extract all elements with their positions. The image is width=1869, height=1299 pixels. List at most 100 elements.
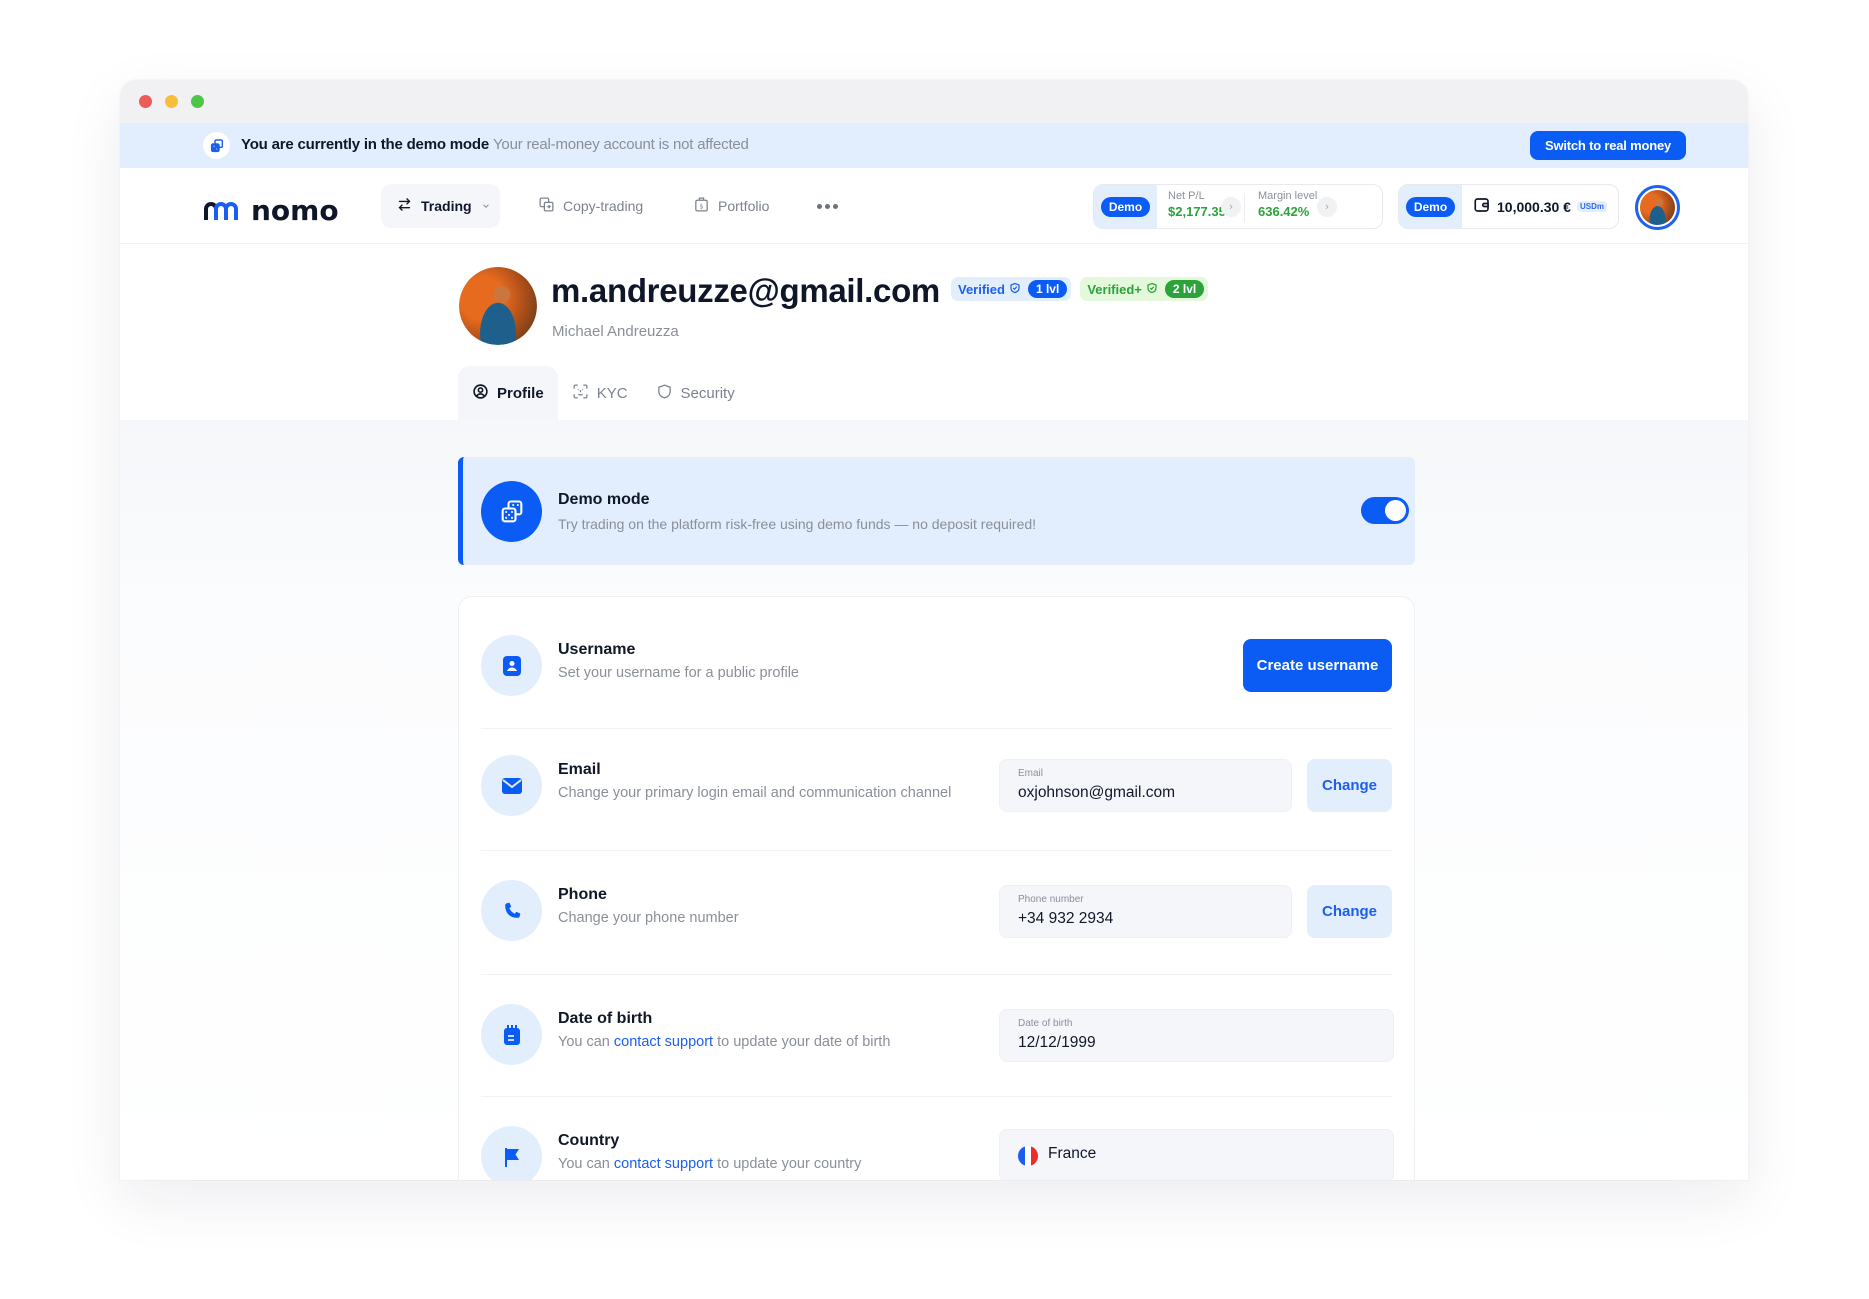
phone-icon (481, 880, 542, 941)
tab-profile[interactable]: Profile (458, 366, 558, 420)
chevron-right-icon[interactable]: › (1221, 197, 1241, 217)
nomo-logo[interactable]: nomo (203, 194, 339, 227)
top-navigation: nomo Trading Copy-trading $ Portfolio De… (120, 168, 1748, 244)
currency-tag: USDm (1576, 201, 1607, 212)
demo-mode-title: Demo mode (558, 491, 650, 508)
demo-notice-subtitle: Your real-money account is not affected (493, 136, 749, 153)
phone-title: Phone (558, 886, 607, 903)
minimize-window-button[interactable] (165, 95, 178, 108)
demo-cell: Demo (1094, 185, 1157, 228)
nav-trading[interactable]: Trading (381, 184, 500, 228)
profile-full-name: Michael Andreuzza (552, 323, 679, 340)
nav-copy-trading-label: Copy-trading (563, 198, 644, 214)
demo-badge: Demo (1405, 196, 1456, 217)
country-title: Country (558, 1132, 620, 1149)
shield-icon (656, 383, 673, 404)
avatar-image (459, 267, 537, 345)
face-scan-icon (572, 383, 589, 404)
chevron-down-icon (481, 198, 491, 214)
phone-field-value: +34 932 2934 (1018, 910, 1114, 927)
email-field-value: oxjohnson@gmail.com (1018, 784, 1176, 801)
email-description: Change your primary login email and comm… (558, 785, 952, 801)
wallet-balance: 10,000.30 € (1497, 198, 1571, 215)
date-of-birth-row: Date of birth You can contact support to… (459, 974, 1414, 1094)
logo-mark-icon (204, 201, 238, 220)
phone-row: Phone Change your phone number Phone num… (459, 850, 1414, 970)
profile-header-area (120, 244, 1748, 420)
verification-badges: Verified 1 lvl Verified+ 2 lvl (951, 277, 1209, 301)
demo-mode-notice: You are currently in the demo mode Your … (120, 123, 1748, 168)
demo-badge: Demo (1100, 196, 1151, 217)
wallet-icon (1473, 196, 1491, 217)
calendar-icon (481, 1004, 542, 1065)
margin-level-label: Margin level (1258, 190, 1318, 202)
user-circle-icon (472, 383, 489, 404)
net-pl-stat: Net P/L $2,177.35 (1168, 190, 1226, 219)
user-badge-icon (481, 635, 542, 696)
demo-notice-title: You are currently in the demo mode (241, 136, 489, 153)
demo-mode-description: Try trading on the platform risk-free us… (558, 516, 1037, 532)
verified-plus-level: 2 lvl (1164, 280, 1205, 298)
demo-mode-toggle[interactable] (1361, 497, 1409, 524)
dob-field: Date of birth 12/12/1999 (999, 1009, 1394, 1062)
dob-field-label: Date of birth (1018, 1018, 1073, 1029)
switch-to-real-money-button[interactable]: Switch to real money (1530, 131, 1686, 160)
email-field[interactable]: Email oxjohnson@gmail.com (999, 759, 1292, 812)
avatar-image (1640, 190, 1675, 225)
phone-field[interactable]: Phone number +34 932 2934 (999, 885, 1292, 938)
wallet-amount: 10,000.30 € USDm (1473, 185, 1607, 228)
chevron-right-icon[interactable]: › (1317, 197, 1337, 217)
briefcase-dollar-icon: $ (693, 196, 710, 216)
pl-margin-widget[interactable]: Demo Net P/L $2,177.35 › Margin level 63… (1093, 184, 1383, 229)
email-title: Email (558, 761, 601, 778)
create-username-button[interactable]: Create username (1243, 639, 1392, 692)
tab-profile-label: Profile (497, 384, 544, 402)
tab-security[interactable]: Security (642, 366, 749, 420)
close-window-button[interactable] (139, 95, 152, 108)
demo-cell: Demo (1399, 185, 1462, 228)
user-avatar-button[interactable] (1635, 185, 1680, 230)
france-flag-icon (1018, 1146, 1038, 1166)
toggle-knob (1385, 500, 1406, 521)
maximize-window-button[interactable] (191, 95, 204, 108)
verified-level: 1 lvl (1027, 280, 1068, 298)
margin-level-stat: Margin level 636.42% (1258, 190, 1317, 219)
contact-support-link[interactable]: contact support (614, 1034, 713, 1050)
username-row: Username Set your username for a public … (459, 597, 1414, 717)
dob-description: You can contact support to update your d… (558, 1034, 890, 1050)
profile-email: m.andreuzze@gmail.com (551, 272, 940, 309)
nav-portfolio-label: Portfolio (718, 198, 770, 214)
dob-title: Date of birth (558, 1010, 653, 1027)
dob-field-value: 12/12/1999 (1018, 1034, 1096, 1051)
nav-portfolio[interactable]: $ Portfolio (693, 184, 769, 228)
profile-settings-card: Username Set your username for a public … (458, 596, 1415, 1180)
divider (1244, 193, 1245, 222)
country-field: France (999, 1129, 1394, 1180)
change-phone-button[interactable]: Change (1307, 885, 1392, 938)
dob-desc-suffix: to update your date of birth (713, 1034, 891, 1050)
verified-plus-badge-label: Verified+ (1087, 281, 1142, 297)
country-desc-suffix: to update your country (713, 1156, 862, 1172)
username-title: Username (558, 641, 636, 658)
wallet-balance-widget[interactable]: Demo 10,000.30 € USDm (1398, 184, 1619, 229)
tab-security-label: Security (680, 384, 735, 402)
copy-icon (538, 196, 555, 216)
country-field-value: France (1048, 1145, 1097, 1162)
email-row: Email Change your primary login email an… (459, 728, 1414, 848)
shield-check-icon (1009, 282, 1021, 297)
country-desc-prefix: You can (558, 1156, 614, 1172)
demo-mode-card: Demo mode Try trading on the platform ri… (458, 457, 1415, 565)
email-field-label: Email (1018, 768, 1044, 779)
username-description: Set your username for a public profile (558, 665, 799, 681)
more-dots-icon[interactable] (814, 184, 840, 228)
dice-icon (481, 481, 542, 542)
phone-description: Change your phone number (558, 910, 739, 926)
dice-icon (203, 132, 230, 159)
nav-copy-trading[interactable]: Copy-trading (538, 184, 643, 228)
net-pl-value: $2,177.35 (1168, 204, 1226, 219)
contact-support-link[interactable]: contact support (614, 1156, 713, 1172)
profile-avatar[interactable] (459, 267, 537, 345)
tab-kyc[interactable]: KYC (558, 366, 642, 420)
envelope-icon (481, 755, 542, 816)
change-email-button[interactable]: Change (1307, 759, 1392, 812)
